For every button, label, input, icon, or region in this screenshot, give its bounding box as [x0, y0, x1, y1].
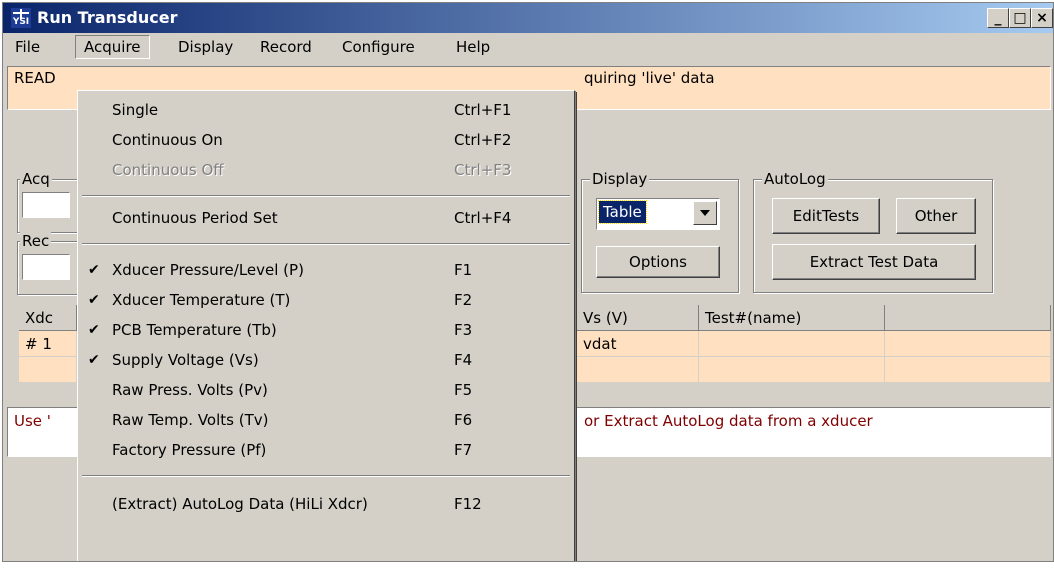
grid-header-xdcr[interactable]: Xdc	[19, 305, 77, 331]
acquire-menu-dropdown: Single Ctrl+F1 Continuous On Ctrl+F2 Con…	[77, 90, 575, 561]
menu-item-xducer-temperature[interactable]: ✔ Xducer Temperature (T) F2	[78, 285, 574, 315]
grid-cell-vs[interactable]: vdat	[577, 331, 699, 357]
menu-item-label: Raw Temp. Volts (Tv)	[112, 411, 269, 429]
menu-item-shortcut: Ctrl+F4	[454, 209, 512, 227]
extract-test-data-button[interactable]: Extract Test Data	[772, 244, 976, 280]
menu-file[interactable]: File	[7, 35, 48, 59]
menu-item-continuous-period-set[interactable]: Continuous Period Set Ctrl+F4	[78, 203, 574, 233]
menu-item-continuous-off[interactable]: Continuous Off Ctrl+F3	[78, 155, 574, 185]
menu-bar: File Acquire Display Record Configure He…	[3, 33, 1053, 61]
grid-cell-row2-test[interactable]	[699, 357, 885, 383]
grid-header-vs[interactable]: Vs (V)	[577, 305, 699, 331]
acquire-field[interactable]	[22, 192, 70, 218]
record-group: Rec	[17, 232, 79, 295]
app-icon[interactable]: YSI	[11, 8, 31, 28]
checkmark-icon: ✔	[88, 322, 100, 338]
menu-item-label: Raw Press. Volts (Pv)	[112, 381, 268, 399]
display-mode-value: Table	[598, 200, 647, 224]
autolog-group: AutoLog EditTests Other Extract Test Dat…	[753, 170, 993, 293]
menu-item-shortcut: Ctrl+F1	[454, 101, 512, 119]
menu-item-label: Continuous Off	[112, 161, 224, 179]
menu-item-label: Factory Pressure (Pf)	[112, 441, 267, 459]
menu-separator	[82, 195, 570, 197]
autolog-group-label: AutoLog	[762, 170, 828, 188]
menu-acquire[interactable]: Acquire	[75, 35, 150, 59]
menu-item-label: (Extract) AutoLog Data (HiLi Xdcr)	[112, 495, 368, 513]
menu-item-shortcut: F12	[454, 495, 482, 513]
grid-cell-test[interactable]	[699, 331, 885, 357]
menu-item-shortcut: F4	[454, 351, 473, 369]
edit-tests-button[interactable]: EditTests	[772, 198, 880, 234]
acquire-group-label: Acq	[20, 170, 52, 188]
checkmark-icon: ✔	[88, 292, 100, 308]
menu-item-label: Xducer Pressure/Level (P)	[112, 261, 304, 279]
menu-item-supply-voltage[interactable]: ✔ Supply Voltage (Vs) F4	[78, 345, 574, 375]
maximize-button[interactable]: □	[1009, 8, 1031, 28]
menu-item-factory-pressure[interactable]: Factory Pressure (Pf) F7	[78, 435, 574, 465]
status-top-left: READ	[14, 69, 56, 87]
grid-header-test[interactable]: Test#(name)	[699, 305, 885, 331]
grid-cell-row2-extra[interactable]	[885, 357, 1051, 383]
menu-item-continuous-on[interactable]: Continuous On Ctrl+F2	[78, 125, 574, 155]
menu-item-shortcut: F2	[454, 291, 473, 309]
menu-item-shortcut: F6	[454, 411, 473, 429]
menu-item-label: Continuous Period Set	[112, 209, 278, 227]
menu-item-label: Xducer Temperature (T)	[112, 291, 291, 309]
checkmark-icon: ✔	[88, 352, 100, 368]
grid-header-empty[interactable]	[885, 305, 1051, 331]
grid-cell-row2-vs[interactable]	[577, 357, 699, 383]
record-field[interactable]	[22, 254, 70, 280]
acquire-group: Acq	[17, 170, 79, 233]
menu-item-shortcut: F3	[454, 321, 473, 339]
menu-separator	[82, 475, 570, 477]
menu-item-label: Single	[112, 101, 159, 119]
menu-separator	[82, 243, 570, 245]
grid-cell-extra[interactable]	[885, 331, 1051, 357]
grid-cell-xdcr[interactable]: # 1	[19, 331, 77, 357]
menu-item-shortcut: F1	[454, 261, 473, 279]
other-button[interactable]: Other	[896, 198, 976, 234]
menu-item-shortcut: F5	[454, 381, 473, 399]
display-mode-combo[interactable]: Table	[596, 198, 720, 230]
minimize-button[interactable]: _	[987, 8, 1009, 28]
status-bottom-right: or Extract AutoLog data from a xducer	[584, 412, 873, 430]
chevron-down-icon[interactable]	[693, 201, 717, 225]
menu-configure[interactable]: Configure	[334, 35, 423, 59]
options-button[interactable]: Options	[596, 246, 720, 278]
menu-item-pcb-temperature[interactable]: ✔ PCB Temperature (Tb) F3	[78, 315, 574, 345]
status-top-right: quiring 'live' data	[584, 69, 715, 87]
window-title: Run Transducer	[37, 8, 178, 27]
menu-item-xducer-pressure[interactable]: ✔ Xducer Pressure/Level (P) F1	[78, 255, 574, 285]
menu-item-label: PCB Temperature (Tb)	[112, 321, 277, 339]
menu-item-label: Continuous On	[112, 131, 223, 149]
menu-item-shortcut: Ctrl+F3	[454, 161, 512, 179]
menu-item-raw-temp-volts[interactable]: Raw Temp. Volts (Tv) F6	[78, 405, 574, 435]
menu-item-shortcut: Ctrl+F2	[454, 131, 512, 149]
main-window: YSI Run Transducer _ □ × File Acquire Di…	[2, 2, 1054, 562]
menu-item-extract-autolog[interactable]: (Extract) AutoLog Data (HiLi Xdcr) F12	[78, 489, 574, 519]
grid-cell-row2-xdcr[interactable]	[19, 357, 77, 383]
status-bottom-left: Use '	[14, 412, 51, 430]
close-button[interactable]: ×	[1031, 8, 1053, 28]
menu-item-shortcut: F7	[454, 441, 473, 459]
record-group-label: Rec	[20, 232, 52, 250]
menu-item-single[interactable]: Single Ctrl+F1	[78, 95, 574, 125]
display-group-label: Display	[590, 170, 650, 188]
menu-record[interactable]: Record	[252, 35, 320, 59]
checkmark-icon: ✔	[88, 262, 100, 278]
menu-item-label: Supply Voltage (Vs)	[112, 351, 259, 369]
title-bar[interactable]: YSI Run Transducer _ □ ×	[3, 3, 1053, 33]
menu-help[interactable]: Help	[448, 35, 498, 59]
menu-display[interactable]: Display	[170, 35, 241, 59]
display-group: Display Table Options	[581, 170, 739, 293]
menu-item-raw-press-volts[interactable]: Raw Press. Volts (Pv) F5	[78, 375, 574, 405]
